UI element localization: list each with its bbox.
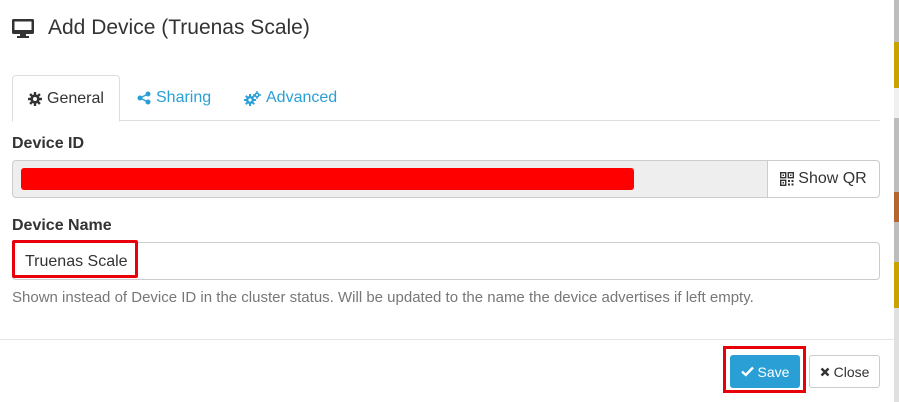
device-id-field[interactable]	[12, 160, 767, 198]
tab-bar: General Sharing Advanced	[12, 75, 880, 122]
tab-general-label: General	[47, 89, 104, 107]
device-name-help: Shown instead of Device ID in the cluste…	[12, 289, 754, 306]
device-id-label: Device ID	[12, 135, 85, 152]
add-device-modal: Add Device (Truenas Scale) General Shari…	[0, 0, 894, 402]
share-icon	[137, 91, 151, 105]
modal-title: Add Device (Truenas Scale)	[48, 16, 310, 39]
gear-icon	[28, 91, 42, 106]
close-label: Close	[833, 363, 870, 380]
device-name-input[interactable]: Truenas Scale	[12, 242, 880, 280]
show-qr-label: Show QR	[798, 170, 867, 187]
tab-sharing-label: Sharing	[156, 89, 212, 106]
show-qr-button[interactable]: Show QR	[767, 160, 880, 198]
close-button[interactable]: Close	[809, 355, 880, 388]
desktop-icon	[12, 19, 34, 38]
tab-advanced[interactable]: Advanced	[229, 75, 352, 121]
tab-advanced-label: Advanced	[266, 89, 338, 106]
save-button[interactable]: Save	[730, 355, 800, 388]
modal-header: Add Device (Truenas Scale)	[0, 0, 894, 58]
tab-general[interactable]: General	[12, 75, 120, 122]
save-label: Save	[757, 363, 790, 380]
cogs-icon	[244, 90, 261, 106]
device-name-label: Device Name	[12, 217, 112, 234]
tab-sharing[interactable]: Sharing	[122, 75, 226, 121]
redacted-device-id	[21, 168, 634, 190]
background-page-edge	[894, 0, 899, 402]
device-name-value: Truenas Scale	[25, 253, 128, 270]
qrcode-icon	[780, 172, 795, 186]
check-icon	[740, 366, 754, 377]
close-icon	[820, 367, 829, 376]
device-id-group: Show QR	[12, 160, 880, 198]
footer-divider	[0, 339, 894, 340]
